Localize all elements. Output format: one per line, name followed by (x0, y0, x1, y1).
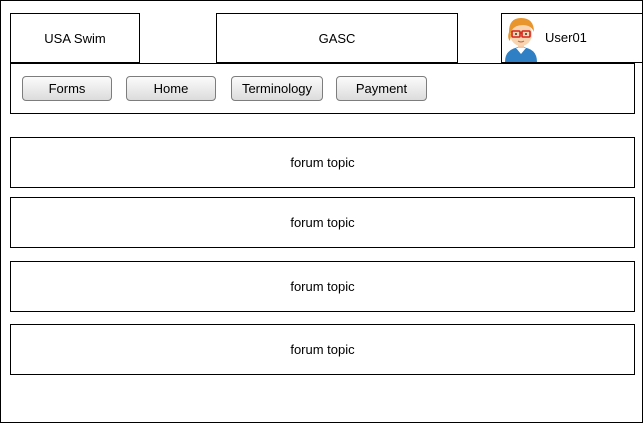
forum-topic-label: forum topic (290, 155, 355, 170)
forms-button[interactable]: Forms (22, 76, 112, 101)
forum-topic-label: forum topic (290, 215, 355, 230)
user-avatar-icon[interactable] (501, 14, 541, 62)
avatar-eye-left (515, 33, 517, 35)
forum-topic-item[interactable]: forum topic (10, 261, 635, 312)
payment-button[interactable]: Payment (336, 76, 427, 101)
forum-topic-item[interactable]: forum topic (10, 324, 635, 375)
brand-box[interactable]: USA Swim (10, 13, 140, 63)
home-button-label: Home (153, 81, 189, 96)
club-label: GASC (318, 30, 356, 46)
home-button[interactable]: Home (126, 76, 216, 101)
terminology-button-label: Terminology (241, 81, 313, 96)
payment-button-label: Payment (355, 81, 408, 96)
forum-topic-label: forum topic (290, 279, 355, 294)
forum-topic-item[interactable]: forum topic (10, 197, 635, 248)
brand-label: USA Swim (44, 30, 106, 46)
forum-topic-item[interactable]: forum topic (10, 137, 635, 188)
user-name-label[interactable]: User01 (545, 30, 587, 45)
terminology-button[interactable]: Terminology (231, 76, 323, 101)
forms-button-label: Forms (48, 81, 86, 96)
forum-topic-label: forum topic (290, 342, 355, 357)
avatar-eye-right (525, 33, 527, 35)
club-box[interactable]: GASC (216, 13, 458, 63)
